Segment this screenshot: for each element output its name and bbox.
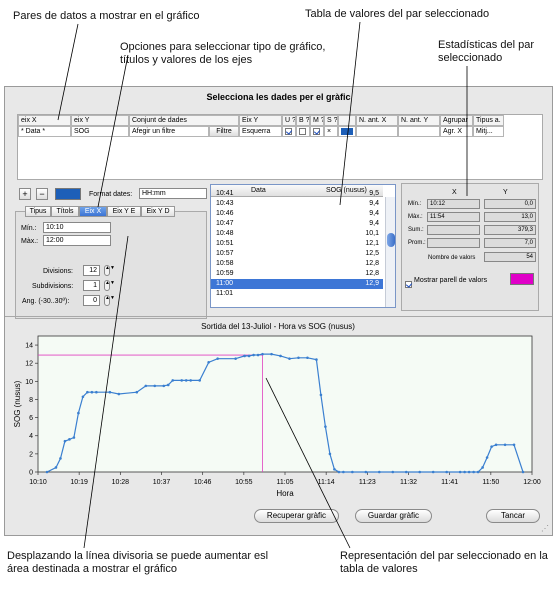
- pointer-pairs: [57, 23, 79, 121]
- pointer-divider: [83, 235, 129, 549]
- pointer-table: [339, 21, 361, 206]
- pointer-options: [97, 54, 129, 208]
- callout-lines: [57, 21, 468, 549]
- pointer-representation: [265, 377, 351, 549]
